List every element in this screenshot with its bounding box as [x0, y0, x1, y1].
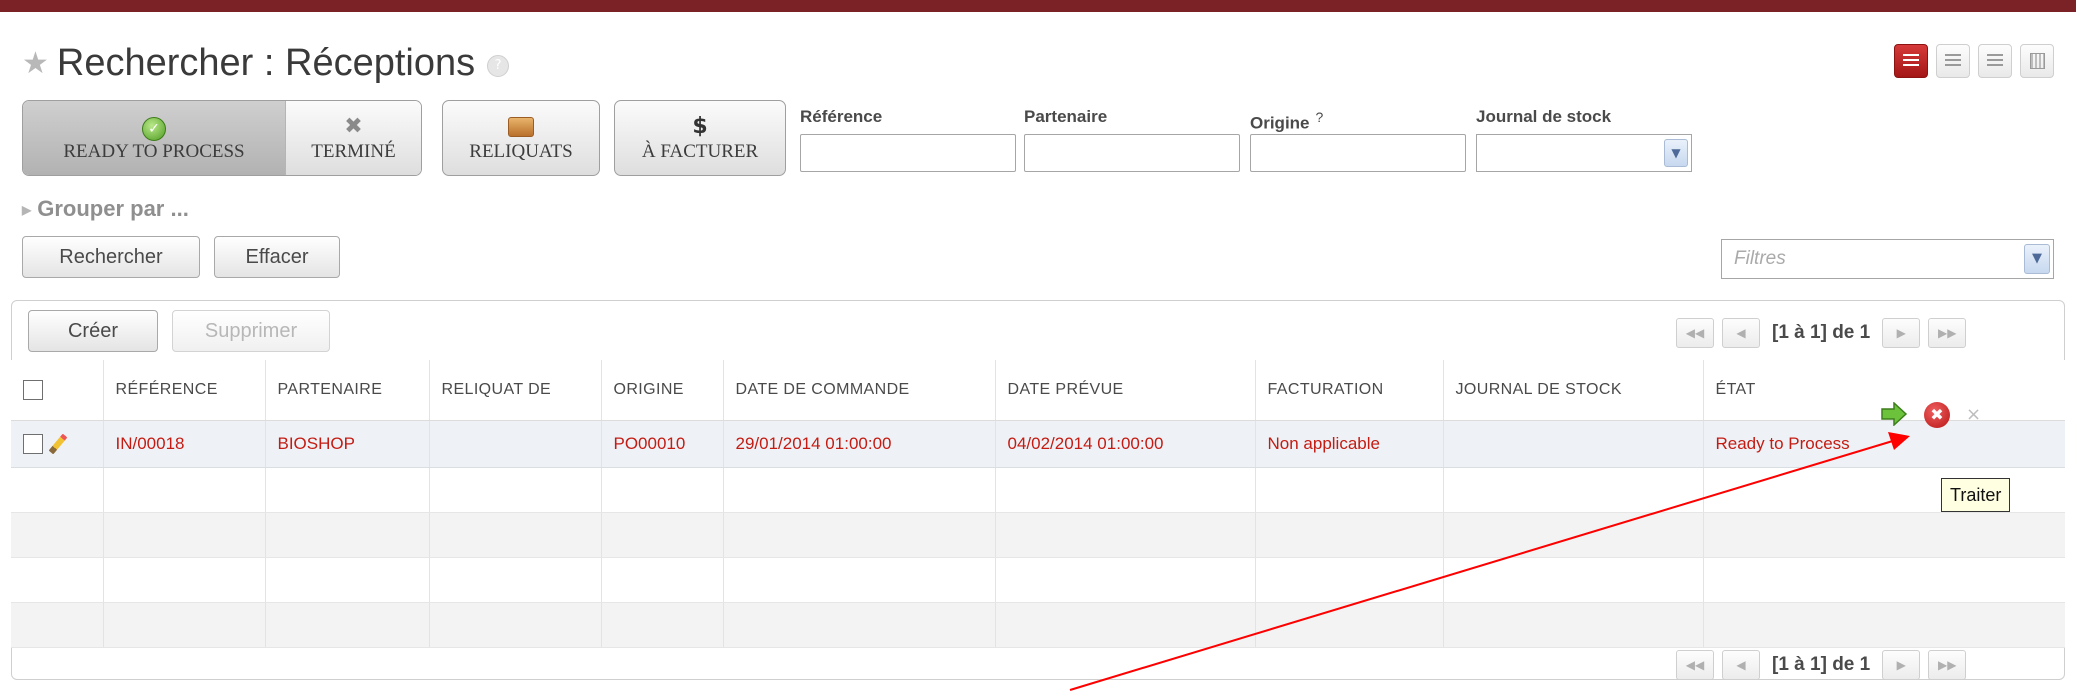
- filter-a-facturer-button[interactable]: $ À FACTURER: [614, 100, 786, 176]
- origine-input[interactable]: [1250, 134, 1466, 172]
- group-by-label: Grouper par ...: [37, 196, 189, 221]
- pager-bottom: ◀◀ ◀ [1 à 1] de 1 ▶ ▶▶: [1676, 650, 1967, 680]
- form-view-icon[interactable]: [1978, 44, 2012, 78]
- column-partenaire[interactable]: PARTENAIRE: [264, 360, 429, 421]
- receptions-table: RÉFÉRENCE PARTENAIRE RELIQUAT DE ORIGINE…: [11, 360, 2065, 648]
- cell-facturation[interactable]: Non applicable: [1254, 420, 1443, 468]
- calendar-view-icon[interactable]: [2020, 44, 2054, 78]
- journal-select[interactable]: ▼: [1476, 134, 1692, 172]
- page-title: Rechercher : Réceptions: [56, 41, 476, 84]
- state-filter-group: ✓ READY TO PROCESS ✖ TERMINÉ: [22, 100, 422, 176]
- cell-date-commande[interactable]: 29/01/2014 01:00:00: [722, 420, 995, 468]
- cell-etat[interactable]: Ready to Process: [1702, 420, 2065, 468]
- origine-label: Origine?: [1250, 104, 1466, 133]
- row-select-cell: [11, 420, 103, 468]
- last-page-icon[interactable]: ▶▶: [1928, 318, 1967, 348]
- select-all-cell: [11, 360, 103, 421]
- cell-date-prevue[interactable]: 04/02/2014 01:00:00: [994, 420, 1255, 468]
- chevron-down-icon[interactable]: ▼: [1664, 139, 1688, 167]
- check-icon: ✓: [142, 117, 166, 141]
- filter-label: READY TO PROCESS: [63, 141, 245, 162]
- pager-top: ◀◀ ◀ [1 à 1] de 1 ▶ ▶▶: [1676, 318, 1967, 348]
- cell-partenaire[interactable]: BIOSHOP: [264, 420, 429, 468]
- process-arrow-icon[interactable]: [1880, 402, 1908, 426]
- column-date-commande[interactable]: DATE DE COMMANDE: [722, 360, 995, 421]
- column-journal[interactable]: JOURNAL DE STOCK: [1442, 360, 1703, 421]
- table-row-empty: [11, 557, 2065, 603]
- partenaire-label: Partenaire: [1024, 107, 1108, 126]
- previous-page-icon[interactable]: ◀: [1722, 318, 1760, 348]
- group-by-toggle[interactable]: ▶ Grouper par ...: [22, 196, 189, 222]
- partenaire-input[interactable]: [1024, 134, 1240, 172]
- grid-view-icon[interactable]: [1936, 44, 1970, 78]
- table-row-empty: [11, 467, 2065, 513]
- filter-termine-button[interactable]: ✖ TERMINÉ: [285, 101, 421, 175]
- help-icon[interactable]: ?: [487, 55, 510, 77]
- chevron-down-icon[interactable]: ▼: [2024, 244, 2050, 274]
- dollar-icon: $: [692, 114, 708, 139]
- filter-label: À FACTURER: [641, 141, 759, 162]
- package-icon: [508, 117, 534, 137]
- page-header: ★ Rechercher : Réceptions ?: [22, 38, 510, 88]
- journal-label: Journal de stock: [1476, 107, 1612, 126]
- traiter-tooltip: Traiter: [1941, 478, 2011, 512]
- column-facturation[interactable]: FACTURATION: [1254, 360, 1443, 421]
- filter-reliquats-button[interactable]: RELIQUATS: [442, 100, 600, 176]
- pencil-icon[interactable]: [48, 433, 68, 455]
- reference-search: Référence: [800, 104, 1016, 172]
- creer-button[interactable]: Créer: [28, 310, 158, 352]
- table-row-empty: [11, 512, 2065, 558]
- partenaire-search: Partenaire: [1024, 104, 1240, 172]
- next-page-icon[interactable]: ▶: [1882, 318, 1921, 348]
- filters-placeholder: Filtres: [1734, 248, 1786, 269]
- journal-search: Journal de stock ▼: [1476, 104, 1692, 172]
- filters-select[interactable]: Filtres ▼: [1721, 239, 2054, 279]
- view-switcher: [1894, 44, 2054, 78]
- cell-origine[interactable]: PO00010: [600, 420, 723, 468]
- pager-info[interactable]: [1 à 1] de 1: [1768, 654, 1874, 676]
- last-page-icon[interactable]: ▶▶: [1928, 650, 1967, 680]
- cancel-icon[interactable]: ✖: [1924, 402, 1950, 428]
- filter-label: TERMINÉ: [311, 141, 396, 162]
- cell-journal[interactable]: [1442, 420, 1703, 468]
- effacer-button[interactable]: Effacer: [214, 236, 340, 278]
- cross-icon: ✖: [344, 114, 363, 139]
- first-page-icon[interactable]: ◀◀: [1676, 650, 1714, 680]
- reference-input[interactable]: [800, 134, 1016, 172]
- list-view-icon[interactable]: [1894, 44, 1928, 78]
- rechercher-button[interactable]: Rechercher: [22, 236, 200, 278]
- origine-label-text: Origine: [1250, 113, 1310, 133]
- column-reference[interactable]: RÉFÉRENCE: [102, 360, 265, 421]
- supprimer-button[interactable]: Supprimer: [172, 310, 330, 352]
- column-reliquat-de[interactable]: RELIQUAT DE: [428, 360, 601, 421]
- pager-info[interactable]: [1 à 1] de 1: [1768, 322, 1874, 344]
- origine-search: Origine?: [1250, 104, 1466, 172]
- select-all-checkbox[interactable]: [23, 380, 43, 400]
- top-bar: [0, 0, 2076, 12]
- filter-label: RELIQUATS: [469, 141, 573, 162]
- cell-reliquat-de[interactable]: [428, 420, 601, 468]
- cell-reference[interactable]: IN/00018: [102, 420, 265, 468]
- table-row[interactable]: IN/00018 BIOSHOP PO00010 29/01/2014 01:0…: [11, 420, 2065, 468]
- delete-icon[interactable]: ×: [1966, 404, 1981, 425]
- column-date-prevue[interactable]: DATE PRÉVUE: [994, 360, 1255, 421]
- origine-help-icon[interactable]: ?: [1316, 109, 1324, 125]
- table-header: RÉFÉRENCE PARTENAIRE RELIQUAT DE ORIGINE…: [11, 360, 2065, 421]
- triangle-right-icon: ▶: [22, 203, 32, 218]
- next-page-icon[interactable]: ▶: [1882, 650, 1921, 680]
- favorite-star-icon[interactable]: ★: [22, 46, 49, 81]
- first-page-icon[interactable]: ◀◀: [1676, 318, 1714, 348]
- row-checkbox[interactable]: [23, 434, 43, 454]
- table-row-empty: [11, 602, 2065, 648]
- column-origine[interactable]: ORIGINE: [600, 360, 723, 421]
- previous-page-icon[interactable]: ◀: [1722, 650, 1760, 680]
- filter-ready-to-process-button[interactable]: ✓ READY TO PROCESS: [23, 101, 285, 175]
- reference-label: Référence: [800, 107, 883, 126]
